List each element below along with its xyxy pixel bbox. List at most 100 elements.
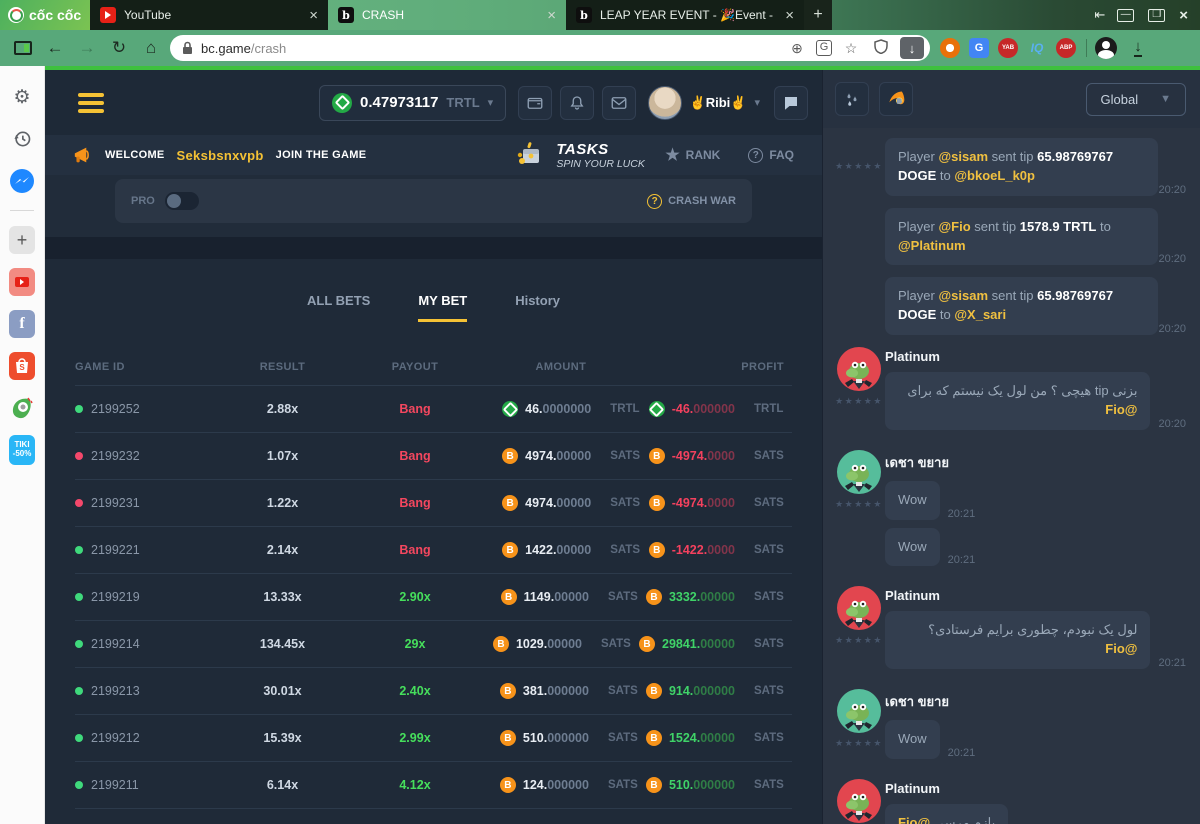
- rank-link[interactable]: ★ RANK: [665, 145, 720, 165]
- game-id: 2199252: [91, 402, 140, 416]
- tab-my-bet[interactable]: MY BET: [418, 293, 467, 308]
- table-row[interactable]: 21992321.07xBangB4974.00000SATSB-4974.00…: [75, 433, 792, 480]
- sats-coin-icon: B: [500, 683, 516, 699]
- sidebar-item-coccoc-search[interactable]: [9, 395, 35, 421]
- profile-avatar-icon[interactable]: [1093, 35, 1119, 61]
- chevron-down-icon: ▾: [754, 96, 760, 109]
- table-row[interactable]: 219921913.33x2.90xB1149.00000SATSB3332.0…: [75, 574, 792, 621]
- downloads-icon[interactable]: ↓: [1125, 35, 1151, 61]
- chat-message-list[interactable]: ★★★★★Player @sisam sent tip 65.98769767 …: [823, 128, 1200, 824]
- google-translate-extension-icon[interactable]: G: [969, 38, 989, 58]
- mention[interactable]: @Fio: [938, 219, 970, 234]
- user-menu[interactable]: ✌Ribi✌ ▾: [648, 86, 760, 120]
- sidebar-item-messenger[interactable]: [9, 168, 35, 194]
- balance-selector[interactable]: 0.47973117 TRTL ▾: [319, 85, 506, 121]
- minimize-button[interactable]: —: [1117, 9, 1134, 22]
- shield-icon[interactable]: [870, 39, 892, 57]
- tab-title: LEAP YEAR EVENT - 🎉Event -: [600, 8, 777, 22]
- bookmark-star-icon[interactable]: ☆: [840, 40, 862, 57]
- mention[interactable]: @Fio: [1105, 641, 1137, 656]
- restore-button[interactable]: ❒: [1148, 9, 1165, 22]
- trtl-coin-icon: [649, 401, 665, 417]
- table-row[interactable]: 219921215.39x2.99xB510.000000SATSB1524.0…: [75, 715, 792, 762]
- sidebar-item-shopee[interactable]: S: [9, 353, 35, 379]
- message-text: بزنی tip هیچی ؟ من لول یک نیستم که برای: [907, 383, 1137, 398]
- chat-tip-message: Player @sisam sent tip 65.98769767 DOGE …: [833, 277, 1186, 335]
- mention[interactable]: @sisam: [938, 288, 988, 303]
- chat-bubble: Wow: [885, 720, 940, 759]
- download-page-button[interactable]: ↓: [900, 37, 924, 59]
- tip-rain-button[interactable]: [835, 82, 869, 116]
- tab-close-button[interactable]: ×: [547, 7, 556, 24]
- zoom-page-icon[interactable]: ⊕: [786, 40, 808, 57]
- crash-war-link[interactable]: ? CRASH WAR: [647, 194, 736, 209]
- chat-channel-selector[interactable]: Global ▼: [1086, 83, 1186, 116]
- tab-all-bets[interactable]: ALL BETS: [307, 293, 370, 308]
- pro-toggle[interactable]: [165, 192, 199, 210]
- menu-hamburger-icon[interactable]: [78, 93, 104, 113]
- tasks-banner[interactable]: TASKS SPIN YOUR LUCK: [516, 141, 645, 170]
- profit-unit: TRTL: [754, 403, 792, 415]
- coccoc-browser-logo[interactable]: cốc cốc: [0, 0, 90, 30]
- amount-cell: B1149.00000SATS: [490, 589, 646, 605]
- sidebar-item-settings[interactable]: ⚙: [9, 84, 35, 110]
- tab-close-button[interactable]: ×: [785, 7, 794, 24]
- tab-history[interactable]: History: [515, 293, 560, 308]
- table-row[interactable]: 21992311.22xBangB4974.00000SATSB-4974.00…: [75, 480, 792, 527]
- sats-coin-icon: B: [500, 777, 516, 793]
- browser-tab[interactable]: bCRASH×: [328, 0, 566, 30]
- chat-tip-message: ★★★★★Player @sisam sent tip 65.98769767 …: [833, 138, 1186, 196]
- mention[interactable]: @X_sari: [954, 307, 1006, 322]
- mention[interactable]: @sisam: [938, 149, 988, 164]
- back-button[interactable]: ←: [42, 35, 68, 61]
- tab-close-button[interactable]: ×: [309, 7, 318, 24]
- mention[interactable]: @Platinum: [898, 238, 966, 253]
- new-tab-button[interactable]: +: [804, 0, 832, 30]
- sidebar-item-facebook[interactable]: f: [9, 311, 35, 337]
- pro-label: PRO: [131, 195, 155, 207]
- message-time: 20:20: [1158, 418, 1186, 430]
- home-button[interactable]: ⌂: [138, 35, 164, 61]
- sidebar-item-add-shortcut[interactable]: +: [9, 227, 35, 253]
- coin-drop-fire-button[interactable]: B: [879, 82, 913, 116]
- result-value: 2.14x: [225, 543, 340, 557]
- translate-page-icon[interactable]: G: [816, 40, 832, 56]
- table-row[interactable]: 219921330.01x2.40xB381.000000SATSB914.00…: [75, 668, 792, 715]
- wallet-button[interactable]: [518, 86, 552, 120]
- mention[interactable]: @Fio: [1105, 402, 1137, 417]
- table-row[interactable]: 21992116.14x4.12xB124.000000SATSB510.000…: [75, 762, 792, 809]
- question-mark-icon: ?: [748, 148, 763, 163]
- mention[interactable]: @bkoeL_k0p: [954, 168, 1035, 183]
- abp-extension-icon[interactable]: ABP: [1056, 38, 1076, 58]
- crash-options-panel: PRO ? CRASH WAR: [115, 179, 752, 223]
- sidebar-item-youtube[interactable]: [9, 269, 35, 295]
- address-bar[interactable]: bc.game/crash ⊕ G ☆ ↓: [170, 35, 930, 61]
- notifications-bell-button[interactable]: [560, 86, 594, 120]
- table-row[interactable]: 21992212.14xBangB1422.00000SATSB-1422.00…: [75, 527, 792, 574]
- table-row[interactable]: 21992522.88xBang46.0000000TRTL-46.000000…: [75, 386, 792, 433]
- sidebar-toggle-icon[interactable]: [10, 35, 36, 61]
- faq-link[interactable]: ? FAQ: [748, 148, 794, 163]
- message-body: Platinumبازم مرسی @Fio20:21: [885, 779, 1186, 824]
- col-profit: PROFIT: [648, 361, 792, 373]
- bubble-line: Wow20:21: [885, 481, 1186, 520]
- quick-access-icon[interactable]: ⇤: [1094, 7, 1103, 23]
- reload-button[interactable]: ↻: [106, 35, 132, 61]
- sidebar-item-tiki[interactable]: TIKI-50%: [9, 437, 35, 463]
- table-row[interactable]: 2199214134.45x29xB1029.00000SATSB29841.0…: [75, 621, 792, 668]
- amount-value: 381.000000: [523, 684, 589, 698]
- play-icon: [105, 11, 111, 19]
- yab-extension-icon[interactable]: YAB: [998, 38, 1018, 58]
- browser-tab[interactable]: bLEAP YEAR EVENT - 🎉Event - ×: [566, 0, 804, 30]
- announcement-bar: WELCOME Seksbsnxvpb JOIN THE GAME TASKS …: [45, 135, 822, 175]
- browser-tab[interactable]: YouTube×: [90, 0, 328, 30]
- mention[interactable]: @Fio: [898, 815, 930, 824]
- close-window-button[interactable]: ×: [1179, 7, 1188, 24]
- chat-toggle-button[interactable]: [774, 86, 808, 120]
- sidebar-item-history[interactable]: [9, 126, 35, 152]
- forward-button[interactable]: →: [74, 35, 100, 61]
- mail-button[interactable]: [602, 86, 636, 120]
- iq-extension-icon[interactable]: IQ: [1027, 38, 1047, 58]
- coccoc-logo-icon: [8, 7, 24, 23]
- coccoc-extension-icon[interactable]: [940, 38, 960, 58]
